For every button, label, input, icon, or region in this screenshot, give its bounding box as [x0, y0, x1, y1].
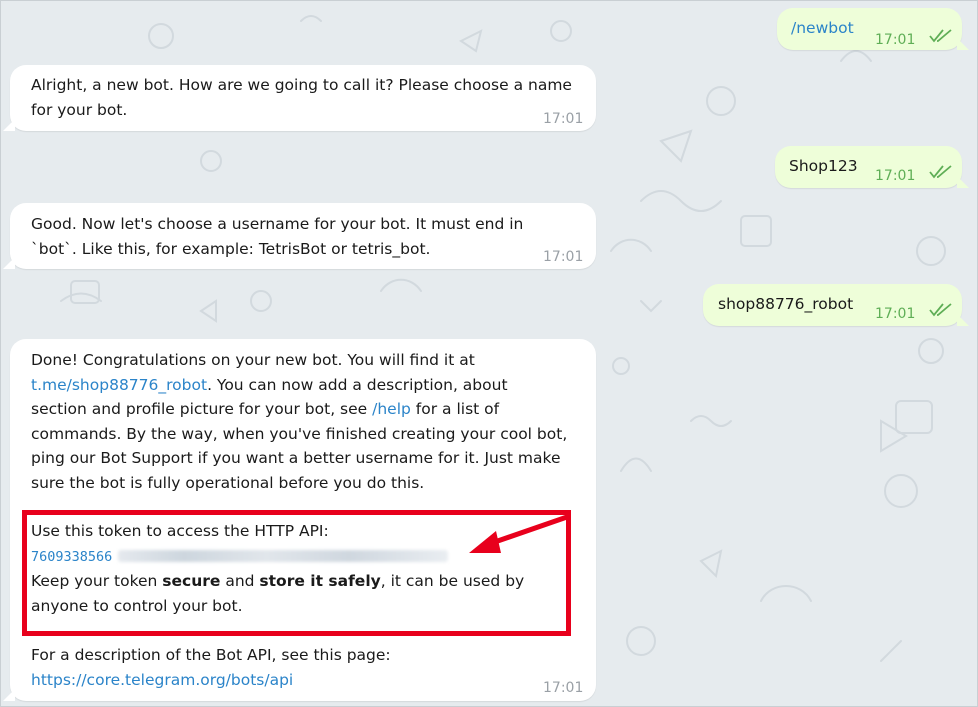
chat-window: /newbot 17:01 Alright, a new bot. How ar… — [0, 0, 978, 707]
red-arrow-icon — [469, 514, 568, 553]
